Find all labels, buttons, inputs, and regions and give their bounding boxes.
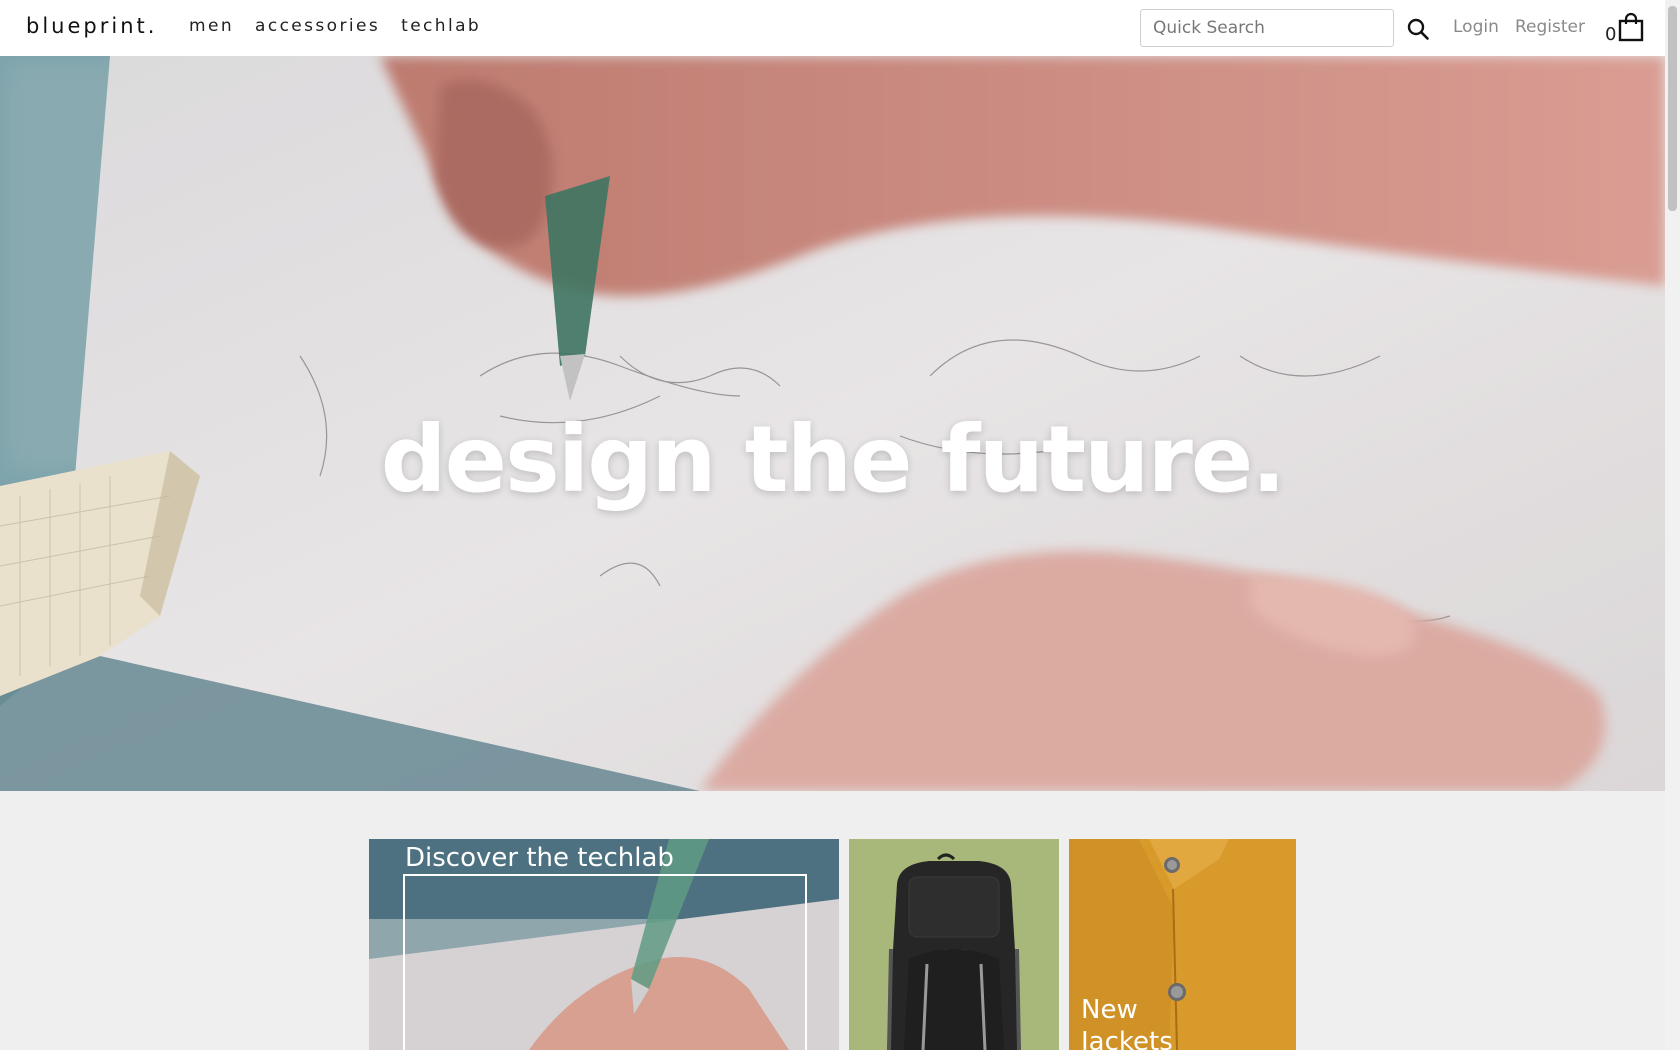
cart-button[interactable]: 0 [1605, 12, 1644, 46]
search-icon[interactable] [1406, 17, 1430, 41]
login-link[interactable]: Login [1453, 17, 1499, 37]
backpack-image [887, 853, 1021, 1050]
techlab-card-title: Discover the techlab [405, 843, 674, 873]
site-header: blueprint. men accessories techlab Login… [0, 0, 1665, 57]
quick-search-input[interactable] [1140, 9, 1394, 47]
nav-item-techlab[interactable]: techlab [401, 16, 481, 36]
nav-item-accessories[interactable]: accessories [255, 16, 380, 36]
cart-count: 0 [1605, 24, 1617, 45]
techlab-promo-card[interactable]: Discover the techlab [369, 839, 839, 1050]
hero-banner: design the future. [0, 56, 1665, 791]
site-logo[interactable]: blueprint. [26, 14, 157, 38]
techlab-card-frame [403, 874, 807, 1050]
register-link[interactable]: Register [1515, 17, 1585, 37]
jackets-card-title: New Jackets [1081, 995, 1173, 1050]
page-scrollbar[interactable] [1665, 0, 1680, 1050]
nav-item-men[interactable]: men [189, 16, 234, 36]
shopping-bag-icon [1618, 12, 1644, 46]
jackets-promo-card[interactable]: New Jackets [1069, 839, 1296, 1050]
hero-title: design the future. [380, 406, 1287, 513]
backpack-promo-card[interactable] [849, 839, 1059, 1050]
scrollbar-thumb[interactable] [1668, 6, 1677, 211]
main-nav: men accessories techlab [189, 16, 481, 36]
